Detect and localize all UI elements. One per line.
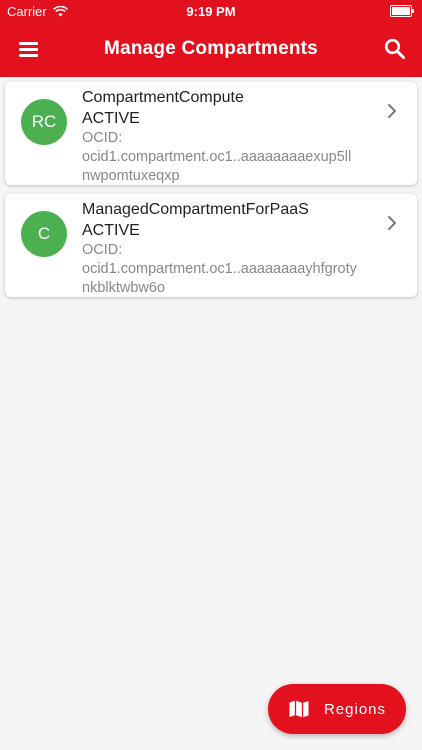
avatar: C xyxy=(21,211,67,257)
regions-label: Regions xyxy=(323,700,387,718)
hamburger-menu-icon[interactable] xyxy=(16,36,42,62)
compartment-details: ManagedCompartmentForPaaS ACTIVE OCID: o… xyxy=(82,199,365,298)
compartment-name: ManagedCompartmentForPaaS xyxy=(82,201,309,218)
ocid-label: OCID: xyxy=(82,242,123,258)
map-icon xyxy=(289,700,309,718)
search-icon[interactable] xyxy=(382,36,408,62)
compartment-state: ACTIVE xyxy=(82,110,140,127)
compartment-card[interactable]: C ManagedCompartmentForPaaS ACTIVE OCID:… xyxy=(5,194,417,297)
compartment-details: CompartmentCompute ACTIVE OCID: ocid1.co… xyxy=(82,87,365,186)
app-bar: Manage Compartments xyxy=(0,22,422,77)
battery-icon xyxy=(390,5,414,17)
status-time: 9:19 PM xyxy=(186,4,236,19)
avatar: RC xyxy=(21,99,67,145)
ocid-label: OCID: xyxy=(82,130,123,146)
ocid-value: ocid1.compartment.oc1..aaaaaaaayhfgrotyn… xyxy=(82,261,357,296)
chevron-right-icon[interactable] xyxy=(385,214,399,232)
page-title: Manage Compartments xyxy=(104,38,318,59)
chevron-right-icon[interactable] xyxy=(385,102,399,120)
compartment-state: ACTIVE xyxy=(82,222,140,239)
status-bar: Carrier 9:19 PM xyxy=(0,0,422,22)
compartment-name: CompartmentCompute xyxy=(82,89,244,106)
regions-button[interactable]: Regions xyxy=(268,684,406,734)
ocid-value: ocid1.compartment.oc1..aaaaaaaaexup5llnw… xyxy=(82,149,352,184)
compartment-card[interactable]: RC CompartmentCompute ACTIVE OCID: ocid1… xyxy=(5,82,417,185)
